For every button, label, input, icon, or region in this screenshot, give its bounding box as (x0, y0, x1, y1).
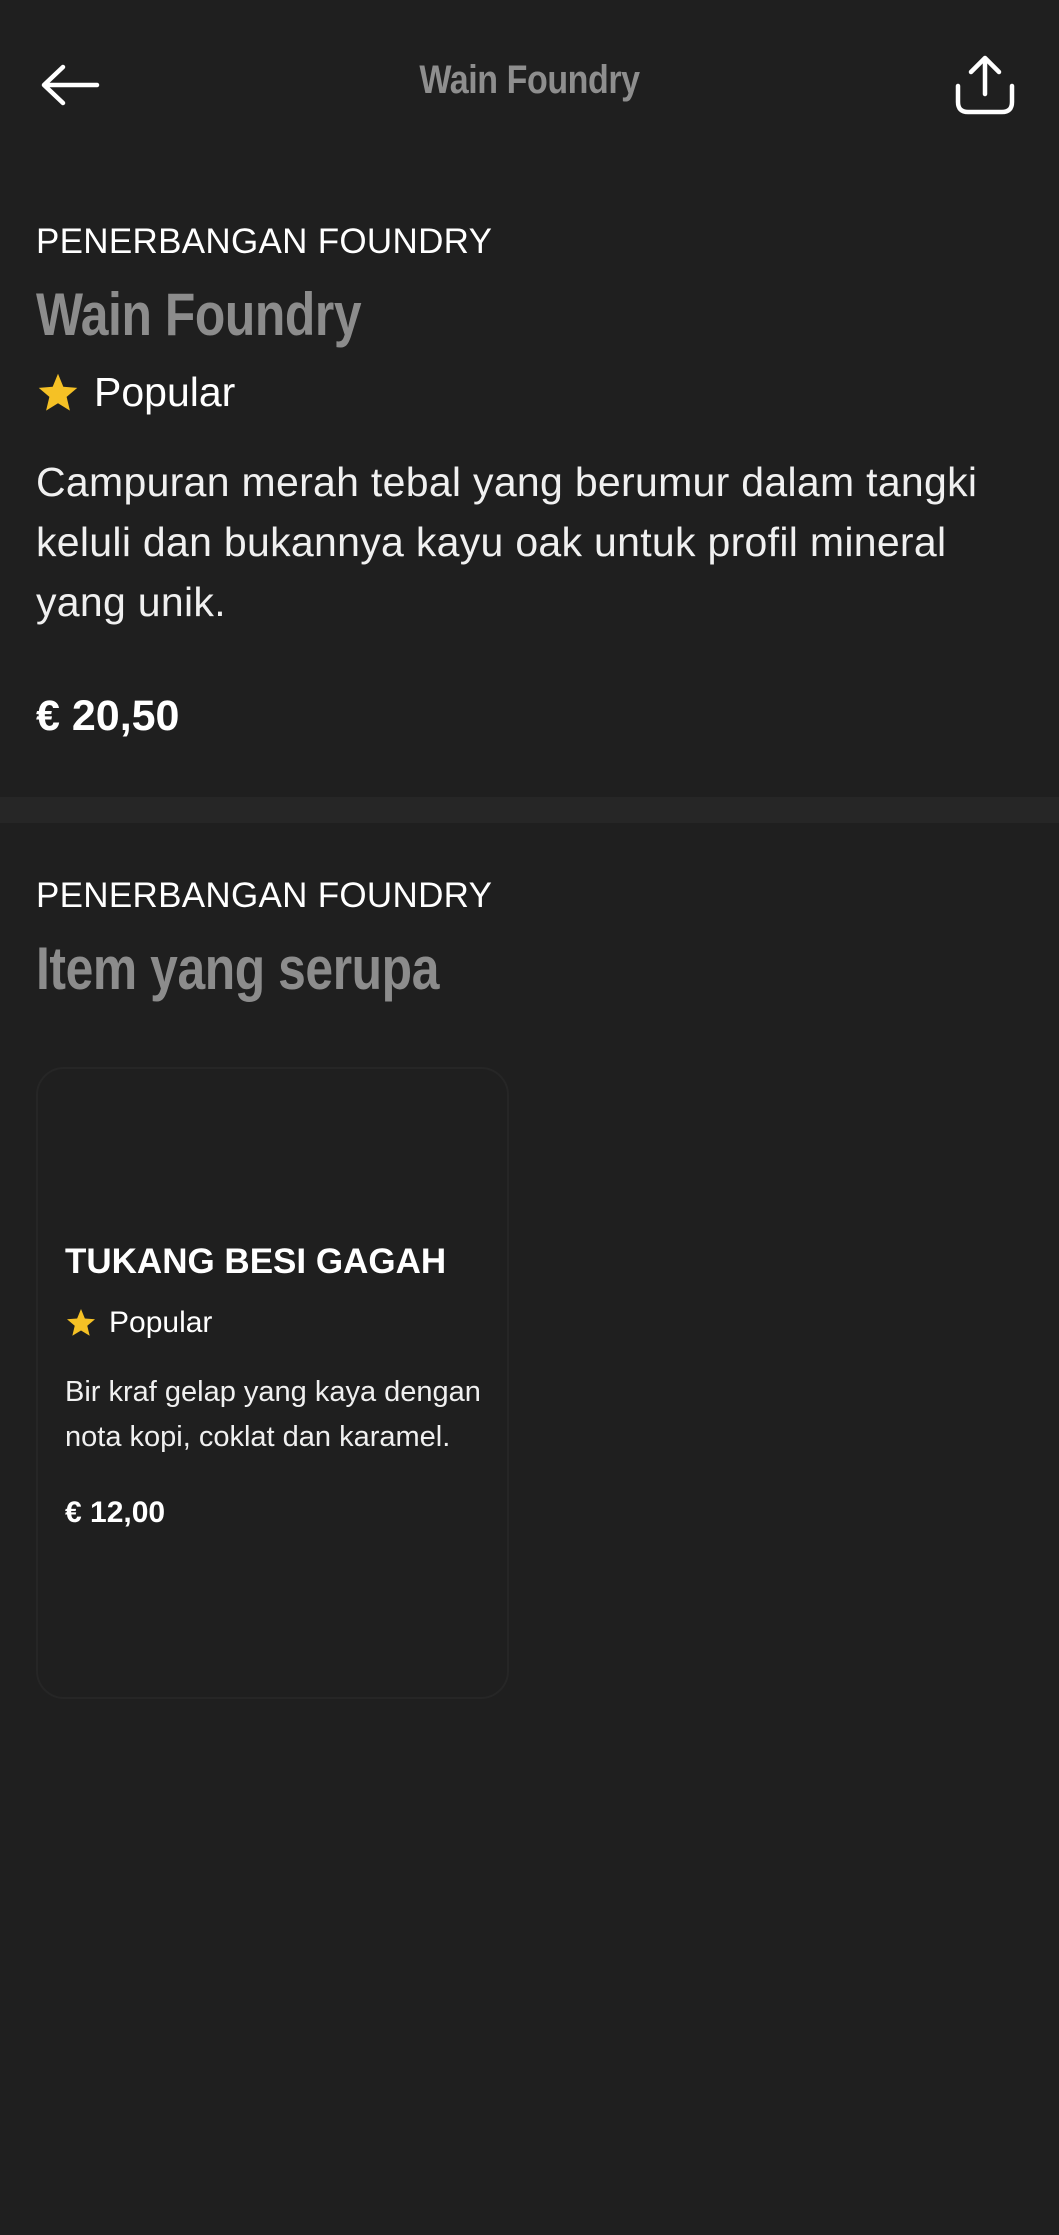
similar-category: PENERBANGAN FOUNDRY (36, 876, 493, 915)
item-description: Campuran merah tebal yang berumur dalam … (36, 459, 978, 625)
popular-badge: Popular (36, 369, 1026, 416)
section-divider (0, 797, 1059, 823)
popular-label: Popular (94, 369, 236, 415)
item-price: € 20,50 (36, 692, 180, 740)
header-title: Wain Foundry (419, 58, 640, 102)
similar-heading: Item yang serupa (36, 935, 439, 1002)
card-description: Bir kraf gelap yang kaya dengan nota kop… (65, 1376, 481, 1453)
item-detail: PENERBANGAN FOUNDRY Wain Foundry Popular… (36, 222, 1026, 741)
share-button[interactable] (945, 45, 1025, 125)
card-popular-label: Popular (109, 1306, 213, 1339)
similar-item-card[interactable]: TUKANG BESI GAGAH Popular Bir kraf gelap… (36, 1067, 509, 1699)
star-icon (67, 1309, 95, 1336)
card-price: € 12,00 (65, 1496, 166, 1529)
top-bar: Wain Foundry (0, 0, 1059, 170)
similar-items-section: PENERBANGAN FOUNDRY Item yang serupa (36, 876, 1026, 1003)
card-title: TUKANG BESI GAGAH (65, 1242, 447, 1281)
star-icon (38, 373, 78, 411)
item-category: PENERBANGAN FOUNDRY (36, 222, 493, 261)
share-icon (955, 55, 1015, 115)
card-popular-badge: Popular (65, 1306, 490, 1340)
item-name: Wain Foundry (36, 281, 362, 348)
